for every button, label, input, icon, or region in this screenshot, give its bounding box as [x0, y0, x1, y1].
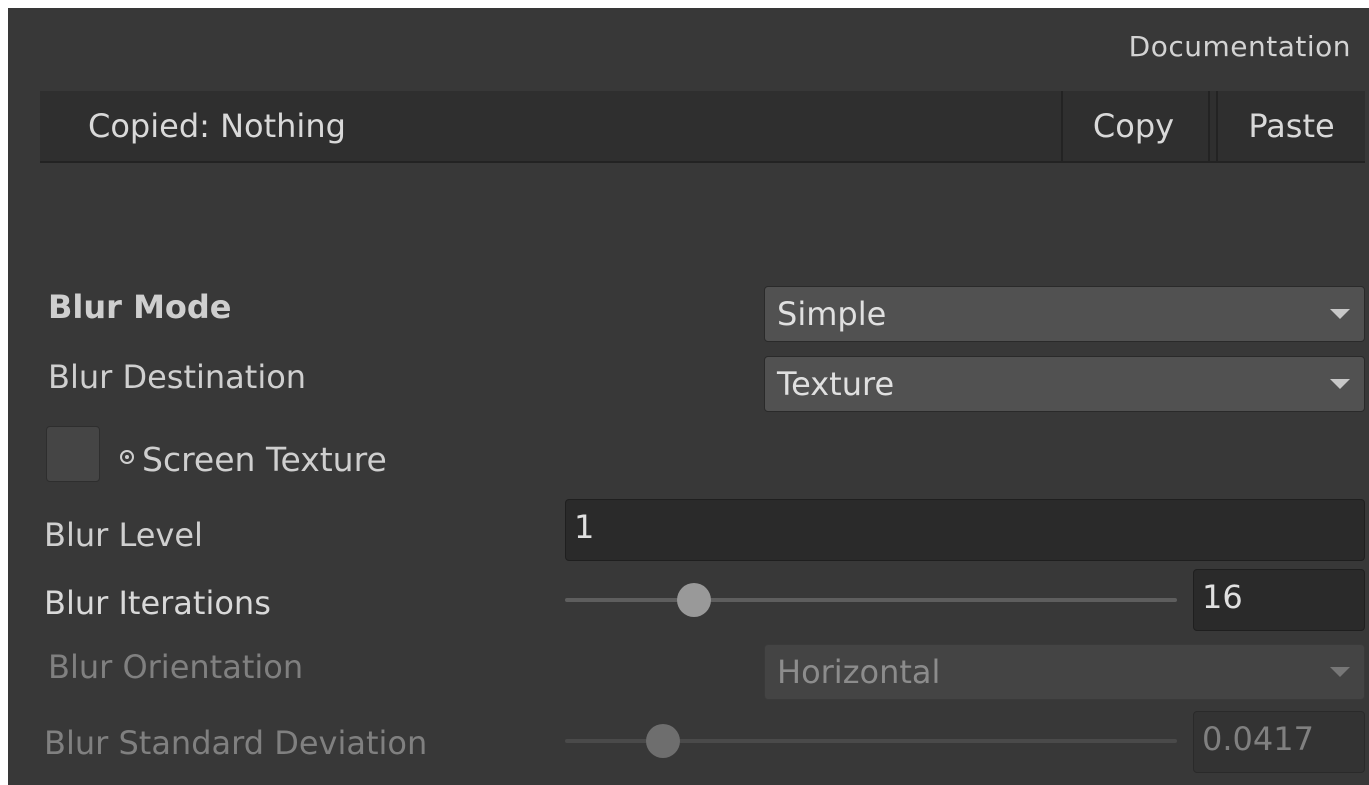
blur-iterations-slider-track[interactable] [565, 598, 1177, 602]
blur-mode-dropdown[interactable]: Simple [764, 286, 1365, 342]
blur-iterations-input[interactable]: 16 [1193, 569, 1365, 631]
object-picker-icon[interactable] [120, 450, 134, 464]
dropdown-arrow-icon [1330, 667, 1350, 677]
blur-level-label: Blur Level [44, 516, 203, 554]
dropdown-arrow-icon [1330, 379, 1350, 389]
screen-texture-checkbox[interactable] [46, 426, 100, 482]
blur-std-dev-label: Blur Standard Deviation [44, 724, 428, 762]
blur-orientation-dropdown[interactable]: Horizontal [764, 644, 1365, 700]
blur-destination-label: Blur Destination [48, 358, 307, 396]
blur-iterations-value: 16 [1202, 578, 1243, 616]
blur-level-input[interactable]: 1 [565, 499, 1365, 561]
blur-mode-label: Blur Mode [48, 288, 232, 326]
blur-std-dev-value: 0.0417 [1202, 720, 1314, 758]
copy-paste-bar: Copied: Nothing Copy Paste [40, 91, 1365, 163]
blur-destination-dropdown[interactable]: Texture [764, 356, 1365, 412]
blur-iterations-label: Blur Iterations [44, 584, 271, 622]
blur-level-value: 1 [574, 508, 595, 546]
blur-std-dev-input[interactable]: 0.0417 [1193, 711, 1365, 773]
screen-texture-label: Screen Texture [142, 440, 387, 479]
dropdown-arrow-icon [1330, 309, 1350, 319]
copy-button[interactable]: Copy [1061, 91, 1204, 161]
blur-orientation-label: Blur Orientation [48, 648, 304, 686]
blur-iterations-slider-thumb[interactable] [676, 583, 711, 617]
button-divider [1208, 91, 1210, 161]
paste-button[interactable]: Paste [1216, 91, 1365, 161]
blur-std-dev-slider-thumb[interactable] [645, 724, 680, 758]
blur-mode-value: Simple [777, 295, 887, 333]
inspector-panel: Documentation Copied: Nothing Copy Paste… [8, 8, 1369, 785]
copied-status: Copied: Nothing [88, 107, 346, 145]
blur-destination-value: Texture [777, 365, 895, 403]
documentation-link[interactable]: Documentation [1129, 30, 1351, 63]
blur-orientation-value: Horizontal [777, 653, 941, 691]
